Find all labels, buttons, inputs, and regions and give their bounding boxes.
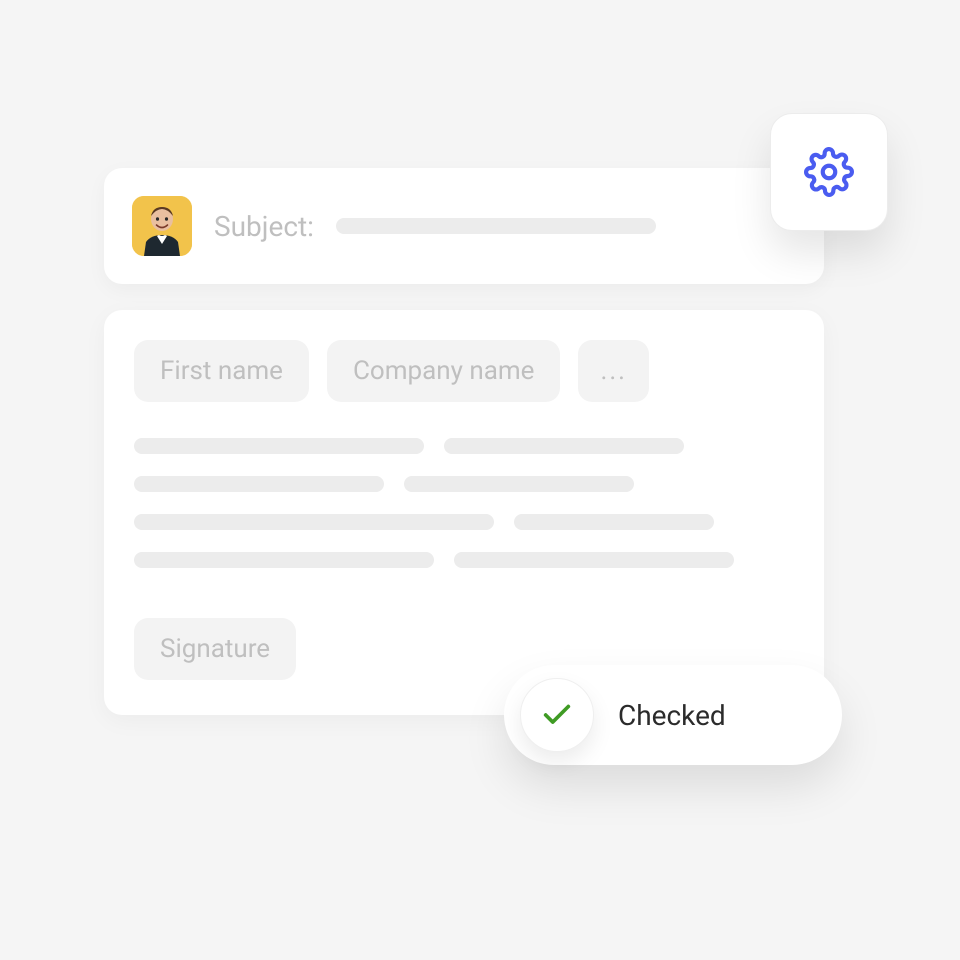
check-circle bbox=[520, 678, 594, 752]
subject-card: Subject: bbox=[104, 168, 824, 284]
body-skeleton bbox=[134, 438, 794, 568]
subject-label: Subject: bbox=[214, 210, 314, 243]
checked-label: Checked bbox=[618, 699, 726, 732]
variable-chip-row: First name Company name ... bbox=[134, 340, 794, 402]
subject-placeholder bbox=[336, 218, 656, 234]
first-name-chip[interactable]: First name bbox=[134, 340, 309, 402]
more-chip[interactable]: ... bbox=[578, 340, 649, 402]
checked-badge: Checked bbox=[504, 665, 842, 765]
body-card: First name Company name ... Signature bbox=[104, 310, 824, 715]
avatar bbox=[132, 196, 192, 256]
gear-icon bbox=[804, 147, 854, 197]
company-name-chip[interactable]: Company name bbox=[327, 340, 561, 402]
settings-button[interactable] bbox=[770, 113, 888, 231]
check-icon bbox=[540, 698, 574, 732]
signature-chip[interactable]: Signature bbox=[134, 618, 296, 680]
